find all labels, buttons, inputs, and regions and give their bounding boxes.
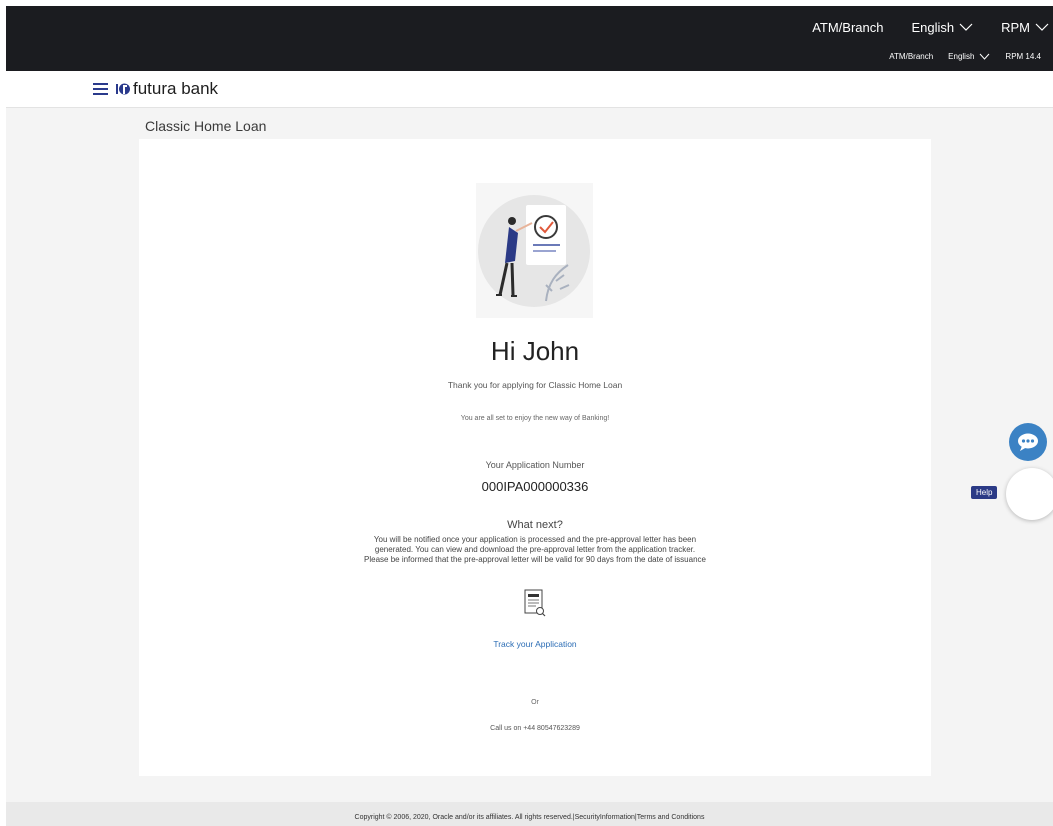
user-menu-small[interactable]: RPM 14.4 (1005, 52, 1041, 61)
page-title: Classic Home Loan (145, 118, 267, 134)
thanks-message: Thank you for applying for Classic Home … (447, 380, 623, 390)
track-application-link[interactable]: Track your Application (139, 639, 931, 649)
chat-bubble-icon (1018, 433, 1038, 451)
footer: Copyright © 2006, 2020, Oracle and/or it… (6, 802, 1053, 826)
chatbot-button[interactable] (1009, 423, 1047, 461)
brand-name[interactable]: futura bank (133, 79, 218, 99)
top-bar: ATM/Branch English RPM ATM/Branch Englis… (6, 6, 1053, 71)
user-menu[interactable]: RPM (1001, 20, 1049, 35)
atm-branch-label: ATM/Branch (889, 51, 934, 61)
document-search-icon[interactable] (524, 589, 546, 617)
top-bar-row-primary: ATM/Branch English RPM (812, 16, 1053, 38)
security-information-link[interactable]: SecurityInformation (575, 814, 635, 821)
language-selector[interactable]: English (911, 20, 973, 35)
top-bar-row-secondary: ATM/Branch English RPM 14.4 (889, 49, 1053, 63)
atm-branch-link-small[interactable]: ATM/Branch (889, 52, 933, 61)
help-label[interactable]: Help (971, 486, 998, 499)
atm-branch-label: ATM/Branch (812, 19, 884, 35)
chevron-down-icon (980, 53, 990, 60)
terms-link[interactable]: Terms and Conditions (637, 814, 705, 821)
or-separator: Or (531, 699, 539, 706)
copyright-text: Copyright © 2006, 2020, Oracle and/or it… (354, 814, 575, 821)
hamburger-menu-icon[interactable] (93, 82, 108, 96)
app-frame: ATM/Branch English RPM ATM/Branch Englis… (6, 6, 1053, 826)
woman-with-magnifier-illustration (476, 183, 593, 318)
language-label: English (911, 19, 955, 35)
language-label: English (948, 51, 975, 61)
user-label: RPM 14.4 (1005, 51, 1041, 61)
greeting-heading: Hi John (490, 336, 580, 366)
futura-logo-icon (116, 83, 130, 95)
chevron-down-icon (1035, 23, 1049, 31)
what-next-heading: What next? (507, 519, 563, 531)
app-header: futura bank (6, 71, 1053, 108)
notice-line: You will be notified once your applicati… (373, 535, 697, 544)
application-number: 000IPA000000336 (481, 479, 589, 494)
chevron-down-icon (959, 23, 973, 31)
all-set-message: You are all set to enjoy the new way of … (460, 415, 610, 422)
user-label: RPM (1001, 19, 1030, 35)
notice-line: generated. You can view and download the… (374, 545, 696, 554)
application-number-label: Your Application Number (485, 460, 585, 470)
help-widget[interactable] (1006, 468, 1053, 520)
notice-line: Please be informed that the pre-approval… (364, 555, 706, 564)
what-next-notice: You will be notified once your applicati… (335, 535, 735, 565)
call-us-text: Call us on +44 80547623289 (490, 725, 580, 732)
language-selector-small[interactable]: English (948, 52, 990, 61)
confirmation-card: Hi John Thank you for applying for Class… (139, 139, 931, 776)
atm-branch-link[interactable]: ATM/Branch (812, 20, 883, 35)
